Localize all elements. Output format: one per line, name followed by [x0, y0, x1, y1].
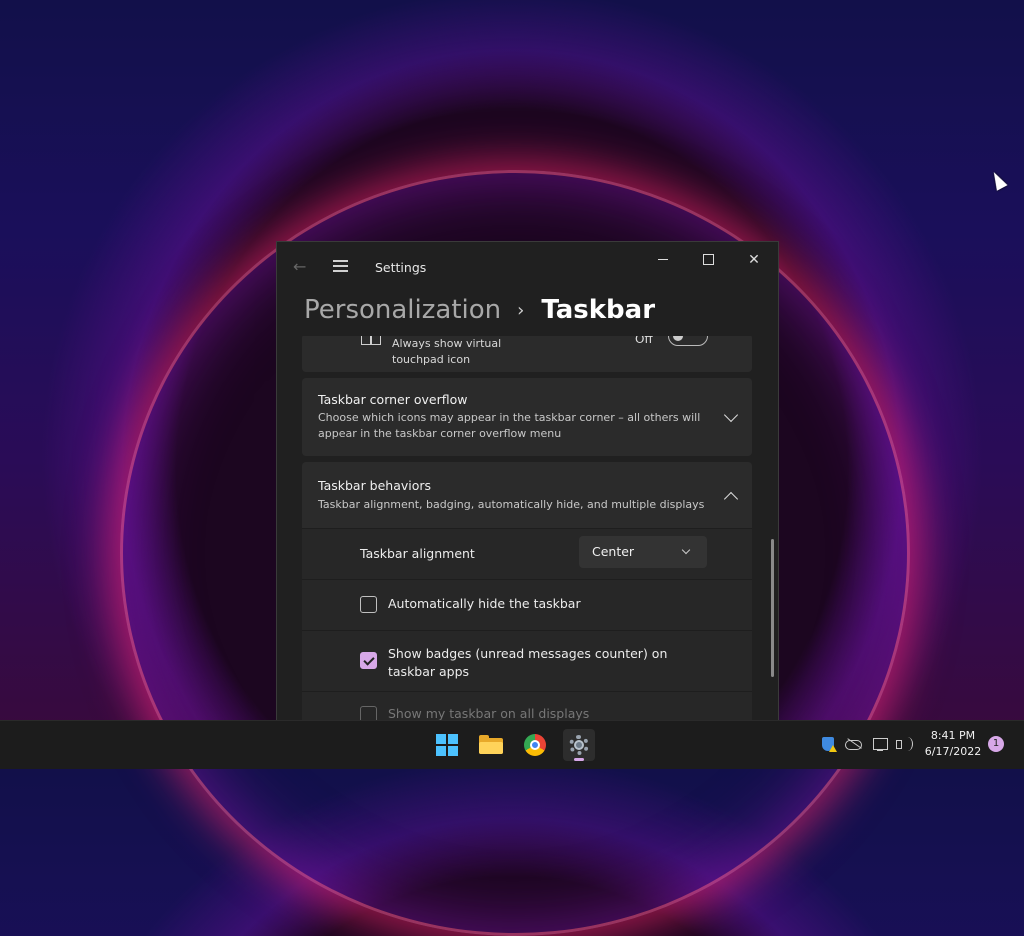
onedrive-offline-icon[interactable]	[844, 721, 862, 769]
auto-hide-checkbox[interactable]	[360, 596, 377, 613]
volume-icon[interactable]	[895, 721, 913, 769]
touchpad-label: Always show virtual touchpad icon	[392, 337, 502, 366]
corner-overflow-title: Taskbar corner overflow	[318, 392, 468, 407]
settings-icon[interactable]	[563, 729, 595, 761]
taskbar-alignment-label: Taskbar alignment	[360, 546, 475, 561]
taskbar-behaviors-title: Taskbar behaviors	[318, 478, 432, 493]
corner-overflow-expander[interactable]: Taskbar corner overflow Choose which ico…	[302, 378, 752, 456]
taskbar-alignment-value: Center	[592, 544, 635, 559]
breadcrumb-personalization[interactable]: Personalization	[304, 295, 501, 325]
all-displays-label: Show my taskbar on all displays	[388, 706, 590, 721]
back-button[interactable]: ←	[293, 259, 309, 275]
all-displays-row[interactable]: Show my taskbar on all displays	[302, 691, 752, 721]
minimize-icon	[658, 259, 668, 260]
taskbar-behaviors-expander[interactable]: Taskbar behaviors Taskbar alignment, bad…	[302, 462, 752, 528]
maximize-button[interactable]	[697, 250, 719, 270]
mouse-cursor-icon	[988, 169, 1008, 191]
network-icon[interactable]	[872, 721, 888, 769]
breadcrumb-separator-icon: ›	[517, 299, 525, 321]
badges-checkbox[interactable]	[360, 652, 377, 669]
start-icon[interactable]	[431, 729, 463, 761]
security-warning-icon[interactable]	[820, 721, 837, 769]
chrome-icon[interactable]	[519, 729, 551, 761]
settings-window: ← Settings ✕ Personalization › Taskbar A…	[276, 241, 779, 721]
chevron-down-icon[interactable]	[723, 407, 739, 423]
clock-time: 8:41 PM	[930, 729, 976, 742]
taskbar-behaviors-description: Taskbar alignment, badging, automaticall…	[318, 498, 705, 511]
toggle-state-label: Off	[635, 336, 653, 346]
file-explorer-icon[interactable]	[475, 729, 507, 761]
auto-hide-row[interactable]: Automatically hide the taskbar	[302, 579, 752, 630]
clock[interactable]: 8:41 PM 6/17/2022	[918, 728, 988, 760]
hamburger-menu-icon[interactable]	[333, 260, 348, 272]
badges-row[interactable]: Show badges (unread messages counter) on…	[302, 630, 752, 691]
clock-date: 6/17/2022	[924, 745, 982, 758]
touchpad-setting-row: Always show virtual touchpad icon Off	[302, 336, 752, 372]
all-displays-checkbox[interactable]	[360, 706, 377, 721]
maximize-icon	[702, 254, 714, 265]
notification-badge[interactable]: 1	[988, 736, 1004, 752]
touchpad-toggle[interactable]	[668, 336, 708, 346]
taskbar-alignment-row: Taskbar alignment Center	[302, 528, 752, 579]
title-bar: ← Settings ✕	[277, 242, 778, 292]
touchpad-icon	[361, 336, 381, 345]
active-indicator	[574, 758, 584, 761]
close-button[interactable]: ✕	[743, 250, 765, 270]
chevron-down-icon	[681, 545, 691, 555]
scrollbar-thumb[interactable]	[771, 539, 774, 677]
toggle-knob	[673, 336, 683, 341]
badges-label: Show badges (unread messages counter) on…	[388, 646, 668, 679]
page-title: Taskbar	[541, 295, 656, 325]
window-title: Settings	[375, 260, 427, 275]
auto-hide-label: Automatically hide the taskbar	[388, 596, 581, 611]
taskbar-alignment-dropdown[interactable]: Center	[579, 536, 707, 568]
minimize-button[interactable]	[652, 250, 674, 270]
settings-content: Always show virtual touchpad icon Off Ta…	[302, 336, 754, 721]
corner-overflow-description: Choose which icons may appear in the tas…	[318, 411, 701, 440]
chevron-up-icon[interactable]	[723, 491, 739, 507]
taskbar: 8:41 PM 6/17/2022 1	[0, 720, 1024, 769]
breadcrumb: Personalization › Taskbar	[304, 290, 655, 330]
